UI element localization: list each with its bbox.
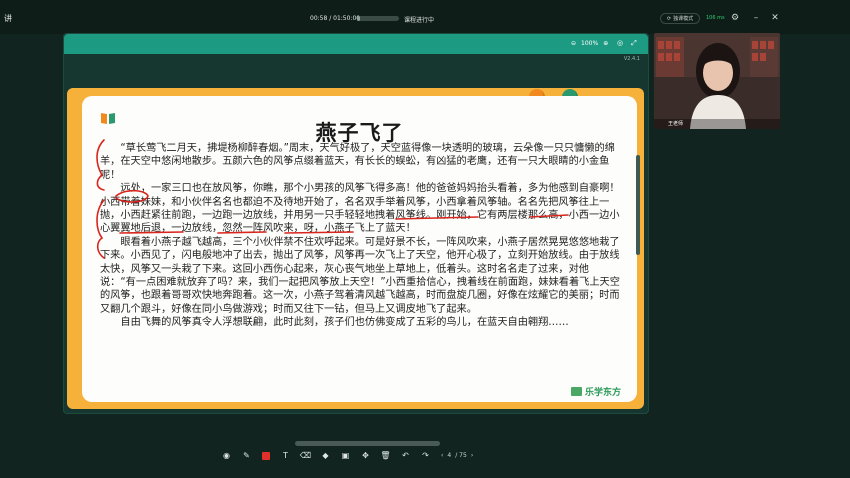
- paragraph: 远处，一家三口也在放风筝，你瞧，那个小男孩的风筝飞得多高！他的爸爸妈妈抬头看着，…: [100, 183, 620, 235]
- image-icon[interactable]: ▣: [341, 451, 350, 460]
- teacher-video-image: [654, 33, 780, 129]
- courseware-version: V2.4.1: [623, 56, 640, 62]
- page-indicator: ‹ 4 / 75 ›: [441, 452, 473, 459]
- slide-paper: 燕子飞了 “草长莺飞二月天，拂堤杨柳醉春烟。”周末，天气好极了，天空蓝得像一块透…: [82, 96, 637, 402]
- delete-icon[interactable]: 🗑: [380, 451, 390, 460]
- page-current: 4: [447, 452, 452, 459]
- sync-mode-button[interactable]: ⟳ 独课模式: [660, 13, 700, 24]
- top-bar: 讲 00:58 / 01:50:00 课程进行中 ⟳ 独课模式 106 ms ⚙…: [0, 0, 850, 34]
- slide: 燕子飞了 “草长莺飞二月天，拂堤杨柳醉春烟。”周末，天气好极了，天空蓝得像一块透…: [67, 88, 644, 409]
- brand-logo: 乐学东方: [571, 385, 621, 398]
- redo-icon[interactable]: ↷: [421, 451, 430, 460]
- class-time: 00:58 / 01:50:00: [310, 15, 361, 22]
- record-icon[interactable]: ◉: [222, 451, 231, 460]
- network-latency: 106 ms: [706, 15, 725, 21]
- close-icon[interactable]: ✕: [770, 13, 780, 23]
- sync-mode-label: 独课模式: [673, 16, 694, 22]
- expand-icon[interactable]: ⤢: [631, 39, 637, 48]
- paragraph: “草长莺飞二月天，拂堤杨柳醉春烟。”周末，天气好极了，天空蓝得像一块透明的玻璃，…: [100, 143, 615, 181]
- zoom-control: ⊖ 100% ⊕: [571, 40, 608, 47]
- paragraph: 眼看着小燕子越飞越高，三个小伙伴禁不住欢呼起来。可是好景不长，一阵风吹来，小燕子…: [100, 236, 620, 315]
- page-total: / 75: [455, 452, 467, 459]
- pen-icon[interactable]: ✎: [242, 451, 251, 460]
- minimize-icon[interactable]: –: [751, 13, 761, 23]
- class-status: 课程进行中: [404, 17, 435, 24]
- teacher-video: 王老师: [654, 33, 780, 129]
- undo-icon[interactable]: ↶: [401, 451, 410, 460]
- eraser-icon[interactable]: ⌫: [300, 451, 311, 460]
- paragraph: 自由飞舞的风筝真令人浮想联翩，此时此刻，孩子们也仿佛变成了五彩的鸟儿，在蓝天自由…: [120, 317, 569, 329]
- frame-tool-icons: ◎ ⤢: [617, 39, 637, 48]
- shape-icon[interactable]: ◆: [321, 451, 330, 460]
- app-title: 讲: [4, 14, 12, 23]
- class-progress-fill: [357, 16, 360, 21]
- color-swatch[interactable]: [262, 451, 270, 460]
- text-icon[interactable]: T: [281, 451, 290, 460]
- next-page-icon[interactable]: ›: [471, 452, 473, 459]
- zoom-out-icon[interactable]: ⊖: [571, 40, 576, 47]
- classroom-window: 讲 00:58 / 01:50:00 课程进行中 ⟳ 独课模式 106 ms ⚙…: [0, 0, 850, 478]
- zoom-level: 100%: [581, 40, 599, 47]
- sync-icon: ⟳: [666, 15, 672, 22]
- brand-name: 乐学东方: [585, 388, 622, 398]
- zoom-in-icon[interactable]: ⊕: [603, 40, 608, 47]
- brand-mark-icon: [571, 387, 582, 396]
- prev-page-icon[interactable]: ‹: [441, 452, 443, 459]
- vertical-scrollbar[interactable]: [636, 155, 640, 255]
- courseware-toolbar: ⊖ 100% ⊕ ◎ ⤢: [64, 34, 648, 54]
- fullscreen-icon[interactable]: ◎: [617, 39, 623, 48]
- class-progress-bar: [357, 16, 399, 21]
- settings-icon[interactable]: ⚙: [730, 13, 740, 23]
- drawing-tools: ◉ ✎ T ⌫ ◆ ▣ ✥ 🗑 ↶ ↷ ‹ 4 / 75 ›: [222, 451, 473, 460]
- bottom-toolbar: ◉ ✎ T ⌫ ◆ ▣ ✥ 🗑 ↶ ↷ ‹ 4 / 75 ›: [0, 446, 850, 470]
- teacher-name-label: 王老师: [654, 119, 780, 129]
- move-icon[interactable]: ✥: [361, 451, 370, 460]
- slide-body: “草长莺飞二月天，拂堤杨柳醉春烟。”周末，天气好极了，天空蓝得像一块透明的玻璃，…: [100, 142, 620, 330]
